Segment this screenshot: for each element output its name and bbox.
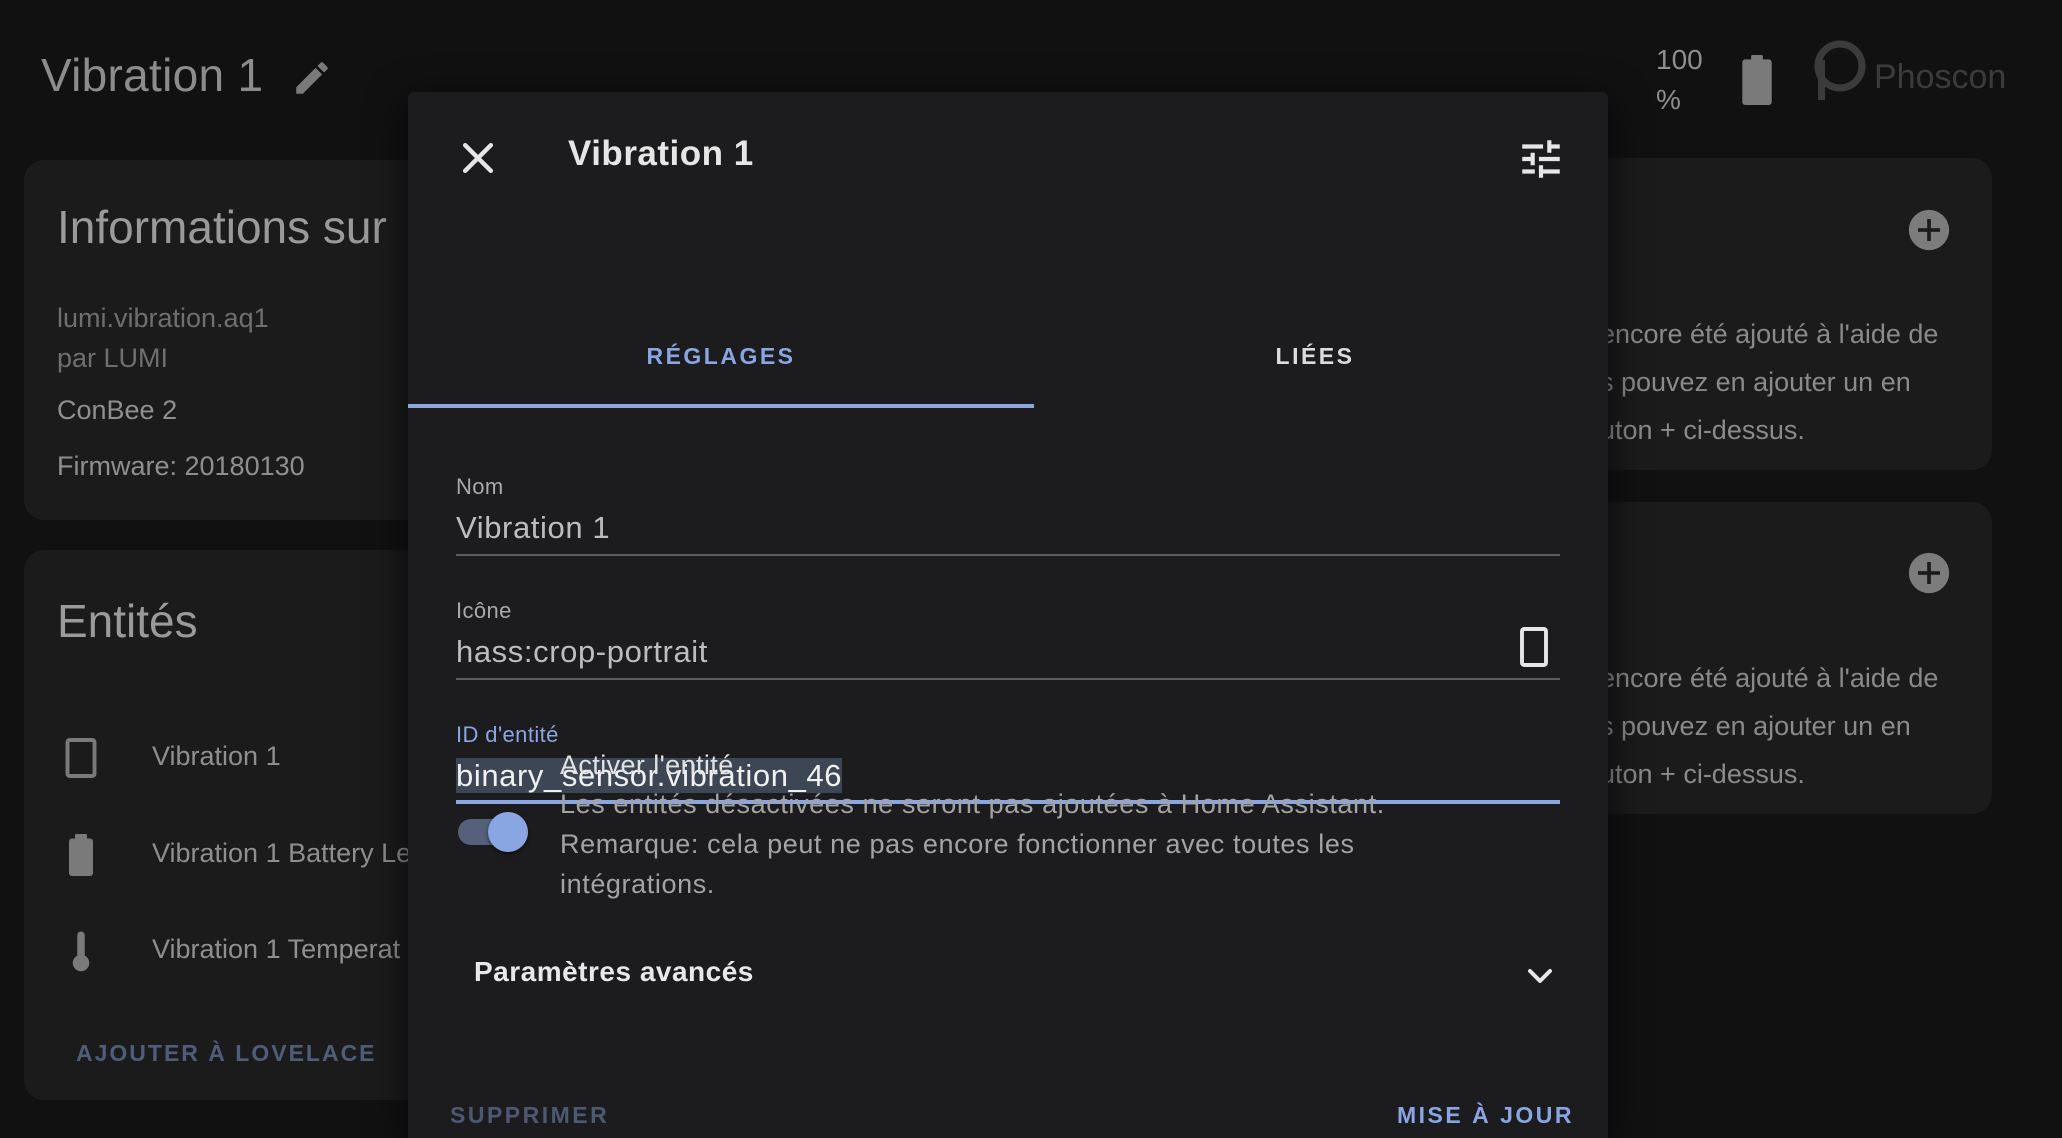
card-text-line: encore été ajouté à l'aide de — [1600, 663, 1939, 693]
tab-related[interactable]: LIÉES — [1002, 306, 1608, 406]
pencil-icon[interactable] — [291, 57, 333, 99]
add-circle-icon[interactable] — [1907, 208, 1951, 252]
toggle-knob — [488, 812, 528, 852]
name-field-label: Nom — [456, 474, 504, 499]
name-field[interactable]: Nom Vibration 1 — [456, 474, 1560, 584]
delete-button[interactable]: SUPPRIMER — [444, 1094, 615, 1137]
close-icon[interactable] — [456, 136, 500, 180]
device-via: ConBee 2 — [57, 395, 178, 425]
icon-field[interactable]: Icône hass:crop-portrait — [456, 598, 1560, 708]
enable-entity-title: Activer l'entité — [560, 750, 734, 780]
entity-row[interactable]: Vibration 1 — [57, 733, 437, 783]
chevron-down-icon — [1520, 956, 1560, 996]
phoscon-wordmark: Phoscon — [1874, 58, 2007, 96]
automation-card-text: encore été ajouté à l'aide de s pouvez e… — [1600, 310, 1938, 454]
entity-row[interactable]: Vibration 1 Battery Le — [57, 830, 437, 880]
device-model-id: lumi.vibration.aq1 — [57, 303, 269, 333]
active-tab-indicator — [408, 404, 1034, 408]
battery-icon — [63, 834, 99, 876]
card-text-line: uton + ci-dessus. — [1600, 759, 1805, 789]
crop-portrait-icon — [1516, 626, 1552, 668]
add-circle-icon[interactable] — [1907, 551, 1951, 595]
phoscon-logo: Phoscon — [1808, 38, 2006, 102]
card-text-line: uton + ci-dessus. — [1600, 415, 1805, 445]
card-text-line: encore été ajouté à l'aide de — [1600, 319, 1939, 349]
entity-label: Vibration 1 Temperat — [152, 934, 401, 964]
enable-entity-description: Les entités désactivées ne seront pas aj… — [560, 784, 1540, 904]
icon-field-value[interactable]: hass:crop-portrait — [456, 634, 708, 670]
entity-row[interactable]: Vibration 1 Temperat — [57, 926, 437, 976]
update-button[interactable]: MISE À JOUR — [1391, 1094, 1580, 1137]
device-info-title: Informations sur — [57, 201, 387, 253]
device-firmware: Firmware: 20180130 — [57, 451, 305, 481]
entity-settings-dialog: Vibration 1 RÉGLAGES LIÉES Nom Vibration… — [408, 92, 1608, 1138]
scene-card-text: encore été ajouté à l'aide de s pouvez e… — [1600, 654, 1938, 798]
enable-entity-toggle[interactable] — [456, 804, 536, 854]
entity-label: Vibration 1 Battery Le — [152, 838, 412, 868]
card-text-line: s pouvez en ajouter un en — [1600, 711, 1911, 741]
tune-icon[interactable] — [1516, 134, 1566, 184]
device-model: lumi.vibration.aq1 par LUMI — [57, 298, 269, 378]
dialog-tabs: RÉGLAGES LIÉES — [408, 306, 1608, 406]
card-text-line: s pouvez en ajouter un en — [1600, 367, 1911, 397]
battery-icon — [1739, 55, 1775, 105]
page-title: Vibration 1 — [41, 49, 264, 101]
entities-title: Entités — [57, 595, 198, 647]
entity-id-field-label: ID d'entité — [456, 722, 559, 747]
advanced-settings-expander[interactable]: Paramètres avancés — [474, 946, 1560, 1006]
device-manufacturer: par LUMI — [57, 343, 169, 373]
icon-field-label: Icône — [456, 598, 512, 623]
battery-percentage: 100 % — [1656, 44, 1703, 115]
crop-portrait-icon — [63, 737, 99, 779]
dialog-title: Vibration 1 — [568, 134, 754, 173]
description-line: Remarque: cela peut ne pas encore foncti… — [560, 829, 1355, 859]
description-line: intégrations. — [560, 869, 715, 899]
entity-label: Vibration 1 — [152, 741, 281, 771]
field-underline — [456, 678, 1560, 680]
thermometer-icon — [63, 930, 99, 972]
description-line: Les entités désactivées ne seront pas aj… — [560, 789, 1385, 819]
advanced-settings-label: Paramètres avancés — [474, 956, 754, 987]
tab-settings[interactable]: RÉGLAGES — [408, 306, 1034, 406]
name-field-value[interactable]: Vibration 1 — [456, 510, 610, 546]
field-underline — [456, 554, 1560, 556]
add-to-lovelace-button[interactable]: AJOUTER À LOVELACE — [76, 1040, 377, 1067]
